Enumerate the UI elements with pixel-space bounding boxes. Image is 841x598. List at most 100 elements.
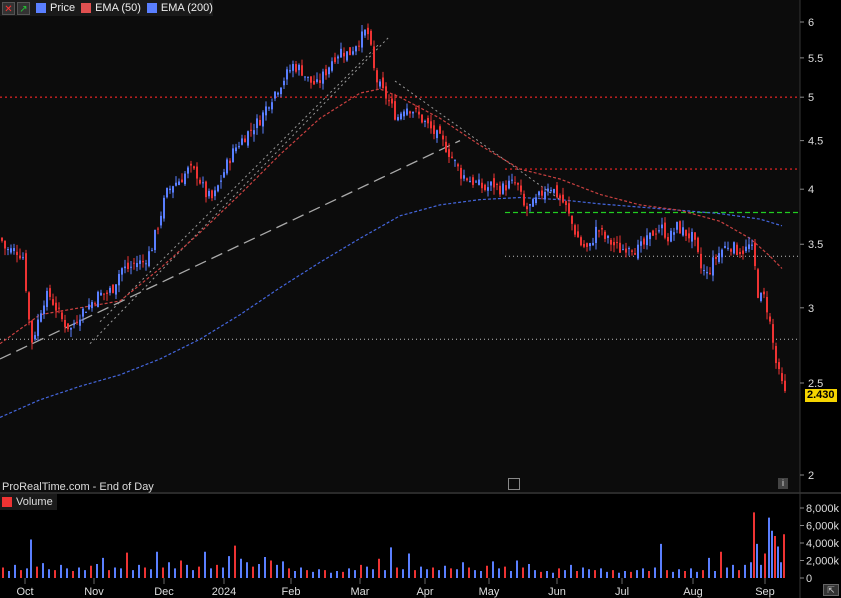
- candle-body: [34, 335, 36, 340]
- y-tick-label: 2: [808, 470, 814, 482]
- volume-bar: [414, 570, 416, 578]
- legend-item-ema50[interactable]: EMA (50): [81, 2, 141, 14]
- volume-bar: [378, 558, 380, 578]
- volume-bar: [660, 543, 662, 578]
- candle-body: [262, 112, 264, 127]
- volume-legend[interactable]: Volume: [0, 494, 57, 510]
- candle-body: [136, 263, 138, 268]
- candle-body: [229, 160, 231, 164]
- y-tick-label: 3.5: [808, 239, 823, 251]
- volume-bar: [66, 568, 68, 578]
- candle-body: [61, 312, 63, 320]
- candle-body: [754, 242, 756, 267]
- candle-body: [661, 224, 663, 229]
- candle-body: [316, 79, 318, 82]
- candle-body: [403, 111, 405, 117]
- candle-body: [760, 292, 762, 301]
- legend-item-price[interactable]: Price: [36, 2, 75, 14]
- volume-bar: [630, 571, 632, 578]
- info-icon[interactable]: i: [778, 478, 788, 489]
- candle-body: [559, 195, 561, 199]
- volume-bar: [276, 564, 278, 578]
- candle-body: [715, 256, 717, 259]
- volume-bar: [372, 569, 374, 578]
- candle-body: [583, 243, 585, 247]
- candle-body: [157, 228, 159, 230]
- candle-body: [718, 253, 720, 262]
- volume-bar: [36, 566, 38, 578]
- candle-body: [349, 47, 351, 56]
- candle-body: [436, 130, 438, 139]
- candle-body: [439, 126, 441, 134]
- candle-body: [607, 235, 609, 239]
- volume-bar: [84, 570, 86, 578]
- candle-body: [757, 269, 759, 298]
- volume-bar: [270, 560, 272, 578]
- candle-body: [154, 229, 156, 251]
- candle-body: [376, 70, 378, 83]
- volume-bar: [102, 557, 104, 578]
- candle-body: [421, 114, 423, 123]
- candle-body: [139, 260, 141, 264]
- candle-body: [772, 324, 774, 343]
- candle-body: [340, 48, 342, 58]
- volume-bar: [486, 565, 488, 578]
- volume-bar: [432, 567, 434, 578]
- candle-body: [265, 106, 267, 116]
- volume-bar: [576, 571, 578, 578]
- candle-body: [199, 179, 201, 184]
- candle-body: [745, 246, 747, 252]
- candle-body: [247, 131, 249, 146]
- volume-bar: [753, 512, 755, 578]
- volume-swatch: [2, 497, 12, 507]
- candle-body: [658, 230, 660, 232]
- candle-body: [586, 243, 588, 247]
- candle-body: [259, 119, 261, 126]
- candle-body: [388, 100, 390, 102]
- candle-body: [172, 186, 174, 193]
- volume-bar: [72, 571, 74, 578]
- candle-body: [472, 177, 474, 185]
- candle-body: [712, 257, 714, 276]
- candle-body: [256, 118, 258, 129]
- legend-item-ema200[interactable]: EMA (200): [146, 2, 213, 14]
- candle-body: [625, 248, 627, 253]
- volume-bar: [408, 553, 410, 578]
- candle-body: [283, 80, 285, 86]
- candle-body: [88, 304, 90, 310]
- volume-bar: [684, 571, 686, 578]
- candle-body: [253, 130, 255, 135]
- candle-body: [742, 250, 744, 254]
- candle-body: [16, 251, 18, 256]
- volume-bar: [306, 570, 308, 578]
- collapse-panel-icon[interactable]: ⇱: [823, 584, 839, 596]
- legend-swatch-ema200: [146, 3, 157, 13]
- y-tick-label: 4.5: [808, 136, 823, 148]
- candle-body: [313, 81, 315, 85]
- candle-body: [604, 231, 606, 239]
- candle-body: [292, 64, 294, 71]
- candle-body: [220, 180, 222, 182]
- volume-bar: [468, 567, 470, 578]
- candle-body: [496, 183, 498, 185]
- candle-body: [370, 30, 372, 45]
- volume-bar: [750, 562, 752, 578]
- candle-body: [244, 138, 246, 143]
- expand-icon[interactable]: ↗: [17, 1, 30, 15]
- candle-body: [493, 178, 495, 188]
- candle-body: [448, 149, 450, 157]
- candle-body: [19, 255, 21, 259]
- close-icon[interactable]: ✕: [2, 1, 15, 15]
- candle-body: [739, 252, 741, 255]
- chart-canvas[interactable]: 65.554.543.532.528,000k6,000k4,000k2,000…: [0, 0, 841, 598]
- candle-body: [232, 148, 234, 163]
- volume-bar: [450, 568, 452, 578]
- volume-bar: [192, 570, 194, 578]
- candle-body: [637, 244, 639, 259]
- candle-body: [682, 227, 684, 236]
- candle-body: [55, 302, 57, 311]
- candle-body: [226, 159, 228, 174]
- candle-body: [667, 237, 669, 242]
- calendar-icon[interactable]: [508, 478, 520, 490]
- candle-body: [52, 299, 54, 305]
